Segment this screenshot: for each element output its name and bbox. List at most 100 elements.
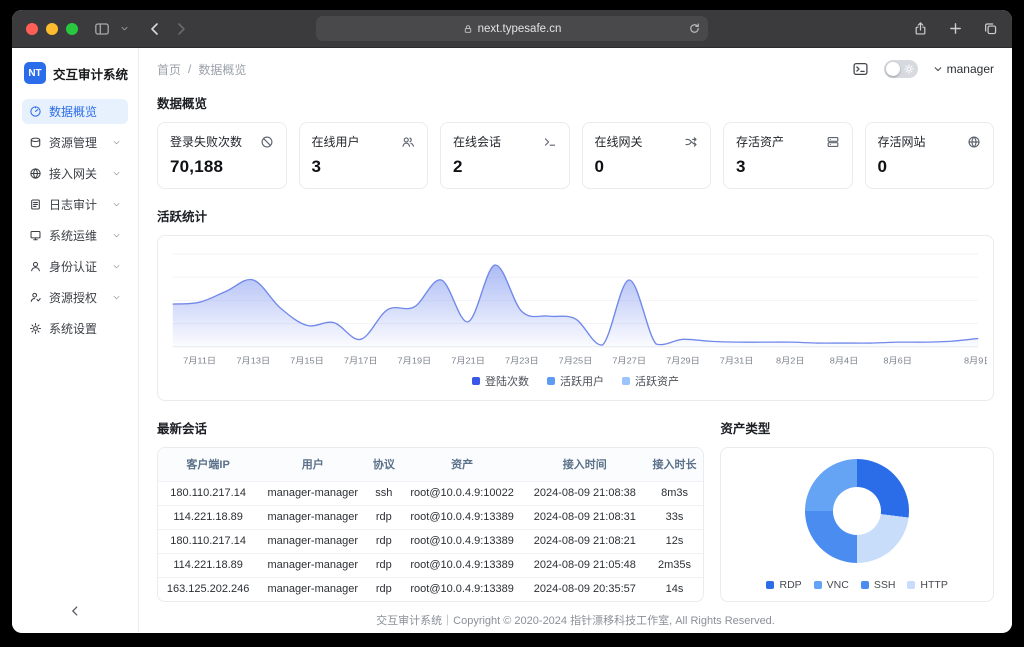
- table-cell: manager-manager: [258, 553, 367, 577]
- sidebar-toggle-icon[interactable]: [94, 21, 110, 37]
- header-actions: manager: [852, 60, 994, 78]
- stat-card-在线用户: 在线用户 3: [299, 122, 429, 189]
- legend-swatch: [622, 377, 630, 385]
- url-text: next.typesafe.cn: [478, 23, 562, 35]
- stat-value: 70,188: [170, 157, 274, 177]
- chevron-down-icon: [112, 293, 121, 302]
- user-menu[interactable]: manager: [933, 62, 994, 76]
- sidebar-menu: 数据概览 资源管理 接入网关 日志审计 系统运维 身份认证 资源授权: [12, 97, 138, 343]
- breadcrumb-home[interactable]: 首页: [157, 61, 181, 78]
- tab-overview-icon[interactable]: [983, 21, 998, 36]
- table-cell: 114.221.18.89: [158, 505, 258, 529]
- theme-toggle[interactable]: [884, 60, 918, 78]
- stat-card-top: 存活资产: [736, 133, 840, 150]
- legend-item-登陆次数[interactable]: 登陆次数: [472, 373, 529, 389]
- table-cell: root@10.0.4.9:13389: [400, 577, 523, 601]
- table-cell: 8m3s: [646, 481, 704, 505]
- sidebar-item-身份认证[interactable]: 身份认证: [22, 254, 128, 279]
- forward-icon[interactable]: [173, 21, 189, 37]
- share-icon[interactable]: [913, 21, 928, 36]
- legend-item-VNC[interactable]: VNC: [814, 579, 849, 591]
- chevron-down-icon: [112, 138, 121, 147]
- sidebar-item-label: 日志审计: [49, 196, 97, 213]
- legend-swatch: [547, 377, 555, 385]
- activity-section: 活跃统计 7月11日7月13日7月15日7月17日7月19日7月21日7月23日…: [157, 203, 994, 401]
- stat-label: 在线网关: [595, 133, 643, 150]
- users-icon: [401, 135, 415, 149]
- table-cell: 2024-08-09 21:08:31: [524, 505, 646, 529]
- stat-label: 登录失败次数: [170, 133, 242, 150]
- legend-item-活跃资产[interactable]: 活跃资产: [622, 373, 679, 389]
- sidebar-item-资源管理[interactable]: 资源管理: [22, 130, 128, 155]
- legend-item-RDP[interactable]: RDP: [766, 579, 801, 591]
- table-cell: manager-manager: [258, 481, 367, 505]
- sidebar-item-系统运维[interactable]: 系统运维: [22, 223, 128, 248]
- sidebar-item-日志审计[interactable]: 日志审计: [22, 192, 128, 217]
- table-cell: rdp: [367, 553, 400, 577]
- activity-area-chart: 7月11日7月13日7月15日7月17日7月19日7月21日7月23日7月25日…: [164, 244, 987, 370]
- sessions-table-body: 180.110.217.14manager-managersshroot@10.…: [158, 481, 703, 601]
- minimize-window-button[interactable]: [46, 23, 58, 35]
- table-cell: manager-manager: [258, 529, 367, 553]
- sidebar-item-label: 系统运维: [49, 227, 97, 244]
- svg-text:7月17日: 7月17日: [344, 356, 378, 366]
- table-cell: 2024-08-09 21:05:48: [524, 553, 646, 577]
- stat-label: 在线会话: [453, 133, 501, 150]
- stat-value: 3: [736, 157, 840, 177]
- svg-text:7月27日: 7月27日: [612, 356, 646, 366]
- reload-icon[interactable]: [688, 22, 701, 35]
- sidebar-collapse-icon[interactable]: [68, 604, 82, 618]
- resource-icon: [29, 136, 42, 149]
- chevron-down-icon[interactable]: [120, 24, 129, 33]
- svg-text:7月23日: 7月23日: [505, 356, 539, 366]
- sidebar-item-数据概览[interactable]: 数据概览: [22, 99, 128, 124]
- back-icon[interactable]: [147, 21, 163, 37]
- svg-text:7月19日: 7月19日: [398, 356, 432, 366]
- stat-card-top: 登录失败次数: [170, 133, 274, 150]
- stat-value: 0: [878, 157, 982, 177]
- gateway-icon: [29, 167, 42, 180]
- server-icon: [826, 135, 840, 149]
- table-row: 163.125.202.246manager-managerrdproot@10…: [158, 577, 703, 601]
- sidebar-item-系统设置[interactable]: 系统设置: [22, 316, 128, 341]
- breadcrumb-separator: /: [188, 62, 191, 76]
- table-cell: ssh: [367, 481, 400, 505]
- new-tab-icon[interactable]: [948, 21, 963, 36]
- terminal-icon: [543, 135, 557, 149]
- legend-swatch: [861, 581, 869, 589]
- table-row: 114.221.18.89manager-managerrdproot@10.0…: [158, 553, 703, 577]
- svg-text:7月25日: 7月25日: [559, 356, 593, 366]
- table-cell: 180.110.217.14: [158, 481, 258, 505]
- chevron-down-icon: [112, 200, 121, 209]
- log-audit-icon: [29, 198, 42, 211]
- stat-label: 存活资产: [736, 133, 784, 150]
- table-cell: root@10.0.4.9:13389: [400, 553, 523, 577]
- sidebar-item-接入网关[interactable]: 接入网关: [22, 161, 128, 186]
- ban-icon: [260, 135, 274, 149]
- table-row: 180.110.217.14manager-managersshroot@10.…: [158, 481, 703, 505]
- terminal-icon[interactable]: [852, 61, 869, 77]
- svg-text:7月11日: 7月11日: [183, 356, 216, 366]
- sessions-title: 最新会话: [157, 418, 704, 437]
- legend-label: 活跃资产: [635, 373, 679, 389]
- sidebar-item-label: 资源管理: [49, 134, 97, 151]
- zoom-window-button[interactable]: [66, 23, 78, 35]
- legend-item-SSH[interactable]: SSH: [861, 579, 896, 591]
- table-cell: root@10.0.4.9:13389: [400, 505, 523, 529]
- stat-value: 2: [453, 157, 557, 177]
- stat-card-存活网站: 存活网站 0: [865, 122, 995, 189]
- table-cell: 114.221.18.89: [158, 553, 258, 577]
- sidebar-item-资源授权[interactable]: 资源授权: [22, 285, 128, 310]
- shuffle-icon: [684, 135, 698, 149]
- sidebar: NT 交互审计系统 数据概览 资源管理 接入网关 日志审计 系统运维 身份认证: [12, 48, 139, 632]
- address-bar[interactable]: next.typesafe.cn: [316, 16, 708, 41]
- overview-title: 数据概览: [157, 93, 994, 112]
- legend-swatch: [766, 581, 774, 589]
- chevron-down-icon: [933, 64, 943, 74]
- legend-item-活跃用户[interactable]: 活跃用户: [547, 373, 604, 389]
- footer: 交互审计系统｜Copyright © 2020-2024 指针漂移科技工作室, …: [157, 602, 994, 632]
- column-header-接入时长: 接入时长: [646, 448, 704, 481]
- sessions-table-head: 客户端IP用户协议资产接入时间接入时长: [158, 448, 703, 481]
- close-window-button[interactable]: [26, 23, 38, 35]
- legend-item-HTTP[interactable]: HTTP: [907, 579, 947, 591]
